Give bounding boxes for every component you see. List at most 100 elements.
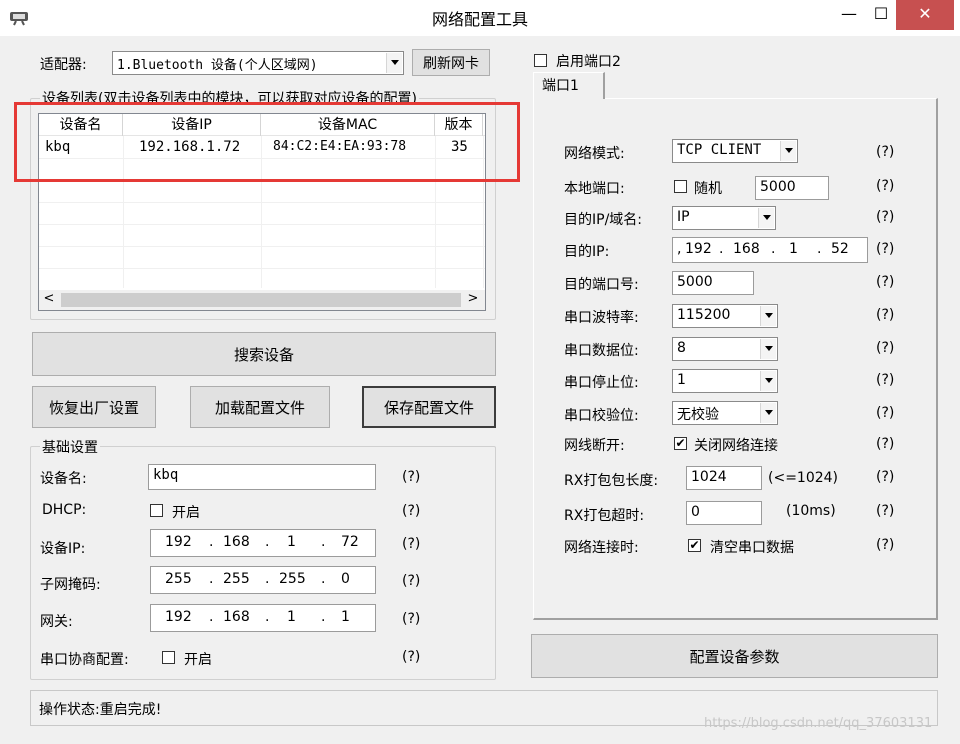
parity-value: 无校验 [677,407,719,423]
help-hint[interactable]: (?) [402,611,420,627]
basic-settings-title: 基础设置 [40,437,100,457]
ip-octet: 168 [223,534,250,550]
configure-device-button[interactable]: 配置设备参数 [531,634,938,678]
databits-select[interactable]: 8 [672,337,778,361]
databits-label: 串口数据位: [564,343,639,359]
dest-ip-domain-select[interactable]: IP [672,206,776,230]
dest-ip-domain-label: 目的IP/域名: [564,212,643,228]
subnet-input[interactable]: 255 . 255 . 255 . 0 [150,566,376,594]
adapter-label: 适配器: [40,57,87,73]
save-config-button[interactable]: 保存配置文件 [362,386,496,428]
scroll-left-icon[interactable]: < [41,291,57,309]
grid-line [39,268,485,269]
grid-line [39,224,485,225]
disconnect-checkbox[interactable]: ✔ [674,437,687,450]
rx-length-input[interactable]: 1024 [686,466,762,490]
window-title: 网络配置工具 [431,10,528,29]
ip-octet: 1 [341,609,350,625]
baud-select[interactable]: 115200 [672,304,778,328]
help-hint[interactable]: (?) [876,144,894,160]
baud-value: 115200 [677,307,731,323]
serial-negotiation-option-label: 开启 [184,652,212,668]
stopbits-label: 串口停止位: [564,375,639,391]
help-hint[interactable]: (?) [876,503,894,519]
ip-octet: 1 [789,241,798,257]
help-hint[interactable]: (?) [876,469,894,485]
dest-ip-input[interactable]: , 192 . 168 . 1 . 52 [672,237,868,263]
load-config-button[interactable]: 加载配置文件 [190,386,330,428]
dhcp-label: DHCP: [42,502,87,518]
scrollbar-thumb[interactable] [61,293,461,307]
help-hint[interactable]: (?) [402,503,420,519]
main-window: 网络配置工具 — ☐ ✕ 适配器: 1.Bluetooth 设备(个人区域网) … [0,0,960,744]
ip-octet: 192 [685,241,712,257]
rx-length-hint: (<=1024) [768,470,839,486]
ip-octet: 192 [165,609,192,625]
stopbits-select[interactable]: 1 [672,369,778,393]
dest-ip-label: 目的IP: [564,244,610,260]
help-hint[interactable]: (?) [402,573,420,589]
scroll-right-icon[interactable]: > [465,291,481,309]
refresh-adapter-button[interactable]: 刷新网卡 [412,49,490,76]
ip-octet: 52 [831,241,849,257]
ip-octet: 168 [733,241,760,257]
ip-octet: 1 [287,534,296,550]
restore-factory-button[interactable]: 恢复出厂设置 [32,386,156,428]
help-hint[interactable]: (?) [876,405,894,421]
ip-octet: 0 [341,571,350,587]
dhcp-option-label: 开启 [172,505,200,521]
random-port-label: 随机 [694,181,722,197]
rx-length-label: RX打包包长度: [564,473,659,489]
help-hint[interactable]: (?) [876,340,894,356]
serial-negotiation-label: 串口协商配置: [40,652,129,668]
help-hint[interactable]: (?) [876,209,894,225]
databits-value: 8 [677,340,686,356]
adapter-select-value: 1.Bluetooth 设备(个人区域网) [117,58,318,73]
help-hint[interactable]: (?) [876,241,894,257]
horizontal-scrollbar[interactable]: < > [39,290,485,310]
subnet-label: 子网掩码: [40,577,101,593]
disconnect-option-label: 关闭网络连接 [694,438,778,454]
net-mode-select[interactable]: TCP CLIENT [672,139,798,163]
help-hint[interactable]: (?) [876,274,894,290]
serial-negotiation-checkbox[interactable] [162,651,175,664]
local-port-label: 本地端口: [564,181,625,197]
help-hint[interactable]: (?) [876,372,894,388]
dhcp-checkbox[interactable] [150,504,163,517]
device-name-label: 设备名: [40,471,87,487]
grid-line [39,246,485,247]
net-connect-label: 网络连接时: [564,540,639,556]
dest-port-input[interactable]: 5000 [672,271,754,295]
gateway-label: 网关: [40,614,73,630]
help-hint[interactable]: (?) [402,469,420,485]
title-bar: 网络配置工具 — ☐ ✕ [0,0,960,36]
device-name-input[interactable]: kbq [148,464,376,490]
gateway-input[interactable]: 192 . 168 . 1 . 1 [150,604,376,632]
adapter-select[interactable]: 1.Bluetooth 设备(个人区域网) [112,51,404,75]
rx-timeout-input[interactable]: 0 [686,501,762,525]
device-ip-input[interactable]: 192 . 168 . 1 . 72 [150,529,376,557]
ip-octet: 255 [165,571,192,587]
enable-port2-checkbox[interactable] [534,54,547,67]
local-port-input[interactable]: 5000 [755,176,829,200]
close-button[interactable]: ✕ [896,0,954,30]
random-port-checkbox[interactable] [674,180,687,193]
chevron-down-icon [760,403,776,423]
tab-port1[interactable]: 端口1 [533,72,605,99]
baud-label: 串口波特率: [564,310,639,326]
help-hint[interactable]: (?) [876,178,894,194]
help-hint[interactable]: (?) [402,536,420,552]
net-connect-checkbox[interactable]: ✔ [688,539,701,552]
status-text: 操作状态:重启完成! [39,702,162,718]
ip-octet: 168 [223,609,250,625]
help-hint[interactable]: (?) [876,436,894,452]
help-hint[interactable]: (?) [876,537,894,553]
dest-port-label: 目的端口号: [564,277,639,293]
parity-select[interactable]: 无校验 [672,401,778,425]
search-devices-button[interactable]: 搜索设备 [32,332,496,376]
net-mode-label: 网络模式: [564,146,625,162]
help-hint[interactable]: (?) [402,649,420,665]
disconnect-label: 网线断开: [564,438,625,454]
ip-octet: 1 [287,609,296,625]
help-hint[interactable]: (?) [876,307,894,323]
